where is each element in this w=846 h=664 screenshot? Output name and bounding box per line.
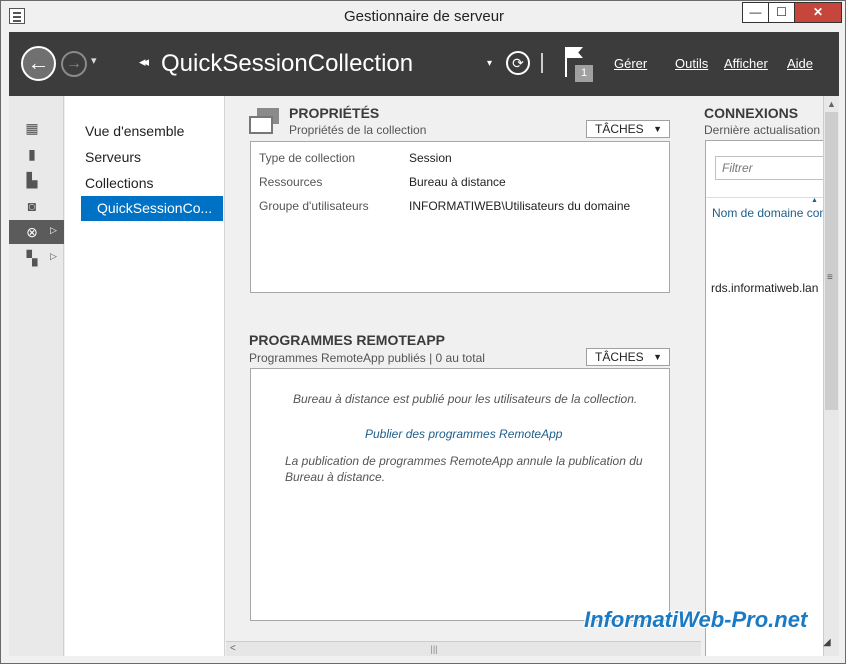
remoteapp-note-line1: La publication de programmes RemoteApp a… (285, 454, 643, 468)
nav-selected-collection[interactable]: QuickSessionCo... (81, 196, 223, 221)
minimize-button[interactable]: — (742, 2, 769, 23)
local-server-icon: ▮ (28, 146, 36, 162)
remoteapp-note-line2: Bureau à distance. (285, 470, 386, 484)
resize-grip-icon[interactable]: ◢ (823, 637, 839, 653)
remoteapp-subtitle: Programmes RemoteApp publiés | 0 au tota… (249, 351, 485, 365)
remoteapp-tasks-button[interactable]: TÂCHES ▼ (586, 348, 670, 366)
close-button[interactable]: ✕ (794, 2, 842, 23)
left-rail: ▦ ▮ ▙ ◙ ⊗ ▷ ▚ ▷ (9, 96, 64, 656)
properties-tasks-button[interactable]: TÂCHES ▼ (586, 120, 670, 138)
scroll-up-icon[interactable]: ▲ (827, 99, 836, 109)
scroll-thumb[interactable]: ≡ (825, 112, 838, 410)
publish-remoteapp-link[interactable]: Publier des programmes RemoteApp (365, 427, 562, 441)
remote-desktop-icon: ⊗ (26, 224, 38, 240)
all-servers-icon: ▙ (26, 172, 38, 188)
connection-row[interactable]: rds.informatiweb.lan (711, 281, 818, 295)
horizontal-scrollbar[interactable]: < ||| (226, 641, 701, 656)
notifications-flag-icon[interactable]: 1 (565, 47, 595, 83)
property-label: Groupe d'utilisateurs (259, 199, 369, 213)
flag-pole (565, 47, 567, 77)
rail-file-storage[interactable]: ◙ (9, 194, 64, 218)
property-value: INFORMATIWEB\Utilisateurs du domaine (409, 199, 631, 213)
connections-title: CONNEXIONS (704, 105, 799, 121)
main-content: PROPRIÉTÉS Propriétés de la collection T… (226, 96, 701, 656)
vertical-scrollbar[interactable]: ▲ ≡ (823, 96, 839, 656)
expand-arrow-icon: ▷ (50, 225, 57, 235)
rail-dashboard[interactable]: ▦ (9, 116, 64, 140)
storage-services-icon: ▚ (26, 250, 38, 266)
connections-panel: Filtrer ▲ Nom de domaine complet rds.inf… (705, 140, 825, 656)
chevron-down-icon: ▼ (653, 124, 662, 134)
rail-local-server[interactable]: ▮ (9, 142, 64, 166)
connections-section: CONNEXIONS Dernière actualisation Filtre… (701, 96, 839, 656)
history-dropdown-icon[interactable]: ▾ (91, 54, 97, 67)
window-title: Gestionnaire de serveur (343, 8, 505, 25)
file-storage-icon: ◙ (27, 198, 37, 214)
back-arrow-icon[interactable]: ← (21, 46, 56, 81)
rail-all-servers[interactable]: ▙ (9, 168, 64, 192)
tasks-label: TÂCHES (595, 122, 644, 136)
notification-count-badge: 1 (575, 65, 593, 82)
nav-overview[interactable]: Vue d'ensemble (85, 123, 184, 139)
tasks-label: TÂCHES (595, 350, 644, 364)
expand-arrow-icon: ▷ (50, 251, 57, 261)
menu-manage[interactable]: Gérer (614, 56, 647, 71)
nav-collections[interactable]: Collections (85, 175, 153, 191)
scroll-grip-icon: ≡ (827, 272, 833, 283)
refresh-icon[interactable]: ⟳ (506, 51, 530, 75)
server-manager-window: Gestionnaire de serveur — ☐ ✕ ← → ▾ ◂◂ Q… (0, 0, 846, 664)
scroll-left-icon[interactable]: < (230, 643, 236, 654)
nav-servers[interactable]: Serveurs (85, 149, 141, 165)
properties-subtitle: Propriétés de la collection (289, 123, 427, 137)
rail-remote-desktop[interactable]: ⊗ ▷ (9, 220, 64, 244)
site-watermark: InformatiWeb-Pro.net (584, 607, 808, 632)
navigation-bar: ← → ▾ ◂◂ QuickSessionCollection ▾ ⟳ 1 Gé… (9, 32, 839, 96)
dashboard-icon: ▦ (25, 120, 39, 136)
connections-subtitle: Dernière actualisation (704, 123, 821, 137)
properties-panel: Type de collection Session Ressources Bu… (250, 141, 670, 293)
remoteapp-title: PROGRAMMES REMOTEAPP (249, 332, 446, 348)
maximize-button[interactable]: ☐ (768, 2, 795, 23)
rail-storage-services[interactable]: ▚ ▷ (9, 246, 64, 270)
menu-tools[interactable]: Outils (675, 56, 708, 71)
breadcrumb-title: QuickSessionCollection (161, 50, 414, 77)
filter-input[interactable]: Filtrer (715, 156, 825, 180)
chevron-down-icon: ▼ (653, 352, 662, 362)
column-header-fqdn[interactable]: Nom de domaine complet (712, 206, 824, 220)
column-separator (706, 197, 824, 198)
menu-view[interactable]: Afficher (724, 56, 768, 71)
property-label: Type de collection (259, 151, 356, 165)
property-value: Bureau à distance (409, 175, 506, 189)
sort-ascending-icon: ▲ (811, 197, 818, 204)
title-bar: Gestionnaire de serveur — ☐ ✕ (1, 1, 845, 32)
properties-title: PROPRIÉTÉS (289, 105, 380, 121)
properties-icon (249, 108, 279, 134)
property-label: Ressources (259, 175, 323, 189)
navbar-separator (541, 53, 543, 73)
menu-help[interactable]: Aide (787, 56, 813, 71)
flag-cloth (567, 47, 583, 58)
navigation-pane: Vue d'ensemble Serveurs Collections Quic… (65, 96, 225, 656)
property-value: Session (409, 151, 452, 165)
breadcrumb-dropdown-icon[interactable]: ▾ (487, 58, 492, 69)
remoteapp-panel: Bureau à distance est publié pour les ut… (250, 368, 670, 621)
breadcrumb-arrows-icon[interactable]: ◂◂ (139, 54, 149, 70)
forward-arrow-icon[interactable]: → (61, 51, 87, 77)
remoteapp-message: Bureau à distance est publié pour les ut… (293, 392, 638, 406)
scroll-grip-icon[interactable]: ||| (428, 644, 440, 654)
